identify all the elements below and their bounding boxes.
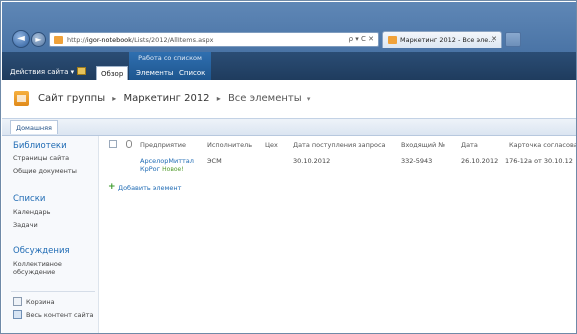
cell-incoming-no: 332-5943 xyxy=(401,157,433,165)
ql-libraries-heading[interactable]: Библиотеки xyxy=(13,141,67,151)
column-header-company[interactable]: Предприятие xyxy=(140,141,186,149)
cell-date: 26.10.2012 xyxy=(461,157,499,165)
column-header-executor[interactable]: Исполнитель xyxy=(207,141,252,149)
browser-tab[interactable]: Маркетинг 2012 - Все эле... ✕ xyxy=(382,31,502,48)
cell-company-line2[interactable]: КрРог xyxy=(140,165,160,173)
browser-tab-title: Маркетинг 2012 - Все эле... xyxy=(400,36,495,44)
add-item-icon: + xyxy=(108,182,116,192)
ql-item-team-discussion-1[interactable]: Коллективное xyxy=(13,260,62,268)
top-nav-bar xyxy=(2,118,576,136)
new-tab-button[interactable] xyxy=(505,32,521,47)
ql-item-shared-documents[interactable]: Общие документы xyxy=(13,167,77,175)
breadcrumb-separator: ▸ xyxy=(216,94,221,103)
favicon-icon xyxy=(54,36,63,44)
cell-company-line2-wrap: КрРог Новое! xyxy=(140,165,184,173)
cell-company-line1[interactable]: АрселорМиттал xyxy=(140,157,194,165)
new-item-badge: Новое! xyxy=(162,166,184,173)
forward-button[interactable]: ► xyxy=(31,32,46,47)
close-tab-icon[interactable]: ✕ xyxy=(491,35,497,43)
sharepoint-tab-icon xyxy=(388,36,397,44)
tab-browse[interactable]: Обзор xyxy=(96,66,129,80)
column-header-card[interactable]: Карточка согласова xyxy=(509,141,576,149)
cell-executor: ЭСМ xyxy=(207,157,222,165)
breadcrumb-view[interactable]: Все элементы xyxy=(228,93,302,104)
breadcrumb-list[interactable]: Маркетинг 2012 xyxy=(124,93,210,104)
tab-list[interactable]: Список xyxy=(175,67,209,80)
list-tools-label: Работа со списком xyxy=(138,54,202,62)
ql-item-team-discussion-2[interactable]: обсуждение xyxy=(13,268,55,276)
ql-item-site-pages[interactable]: Страницы сайта xyxy=(13,154,69,162)
browser-window: ◄ ► http://igor-notebook/Lists/2012/AllI… xyxy=(0,0,577,334)
ql-lists-heading[interactable]: Списки xyxy=(13,194,45,204)
column-header-date[interactable]: Дата xyxy=(461,141,478,149)
address-bar[interactable]: http://igor-notebook/Lists/2012/AllItems… xyxy=(49,32,379,47)
breadcrumb: Сайт группы ▸ Маркетинг 2012 ▸ Все элеме… xyxy=(38,93,310,104)
breadcrumb-site[interactable]: Сайт группы xyxy=(38,93,105,104)
add-item-link[interactable]: Добавить элемент xyxy=(118,184,181,192)
back-button[interactable]: ◄ xyxy=(12,30,30,48)
ql-item-calendar[interactable]: Календарь xyxy=(13,208,50,216)
all-content-icon xyxy=(13,310,22,319)
ribbon xyxy=(2,52,576,80)
column-header-workshop[interactable]: Цех xyxy=(265,141,278,149)
top-nav-home[interactable]: Домашняя xyxy=(10,120,58,134)
address-controls[interactable]: ρ ▾ C ✕ xyxy=(349,35,374,43)
site-logo-icon xyxy=(14,91,29,106)
cell-request-date: 30.10.2012 xyxy=(293,157,331,165)
column-header-request-date[interactable]: Дата поступления запроса xyxy=(293,141,386,149)
ql-item-all-content[interactable]: Весь контент сайта xyxy=(26,311,94,319)
tab-items[interactable]: Элементы xyxy=(132,67,177,80)
select-all-checkbox[interactable] xyxy=(109,140,117,148)
column-header-incoming-no[interactable]: Входящий № xyxy=(401,141,445,149)
attachment-icon xyxy=(126,140,132,148)
site-actions-menu[interactable]: Действия сайта ▾ xyxy=(10,68,74,76)
ql-discussions-heading[interactable]: Обсуждения xyxy=(13,246,70,256)
recycle-bin-icon xyxy=(13,297,22,306)
cell-card: 176-12а от 30.10.12 xyxy=(505,157,573,165)
address-url: http://igor-notebook/Lists/2012/AllItems… xyxy=(67,36,214,44)
navigate-up-icon[interactable] xyxy=(77,67,86,75)
view-dropdown-icon[interactable]: ▾ xyxy=(307,95,311,103)
ql-item-recycle-bin[interactable]: Корзина xyxy=(26,298,55,306)
ql-item-tasks[interactable]: Задачи xyxy=(13,221,38,229)
ql-divider xyxy=(11,291,95,292)
breadcrumb-separator: ▸ xyxy=(112,94,117,103)
